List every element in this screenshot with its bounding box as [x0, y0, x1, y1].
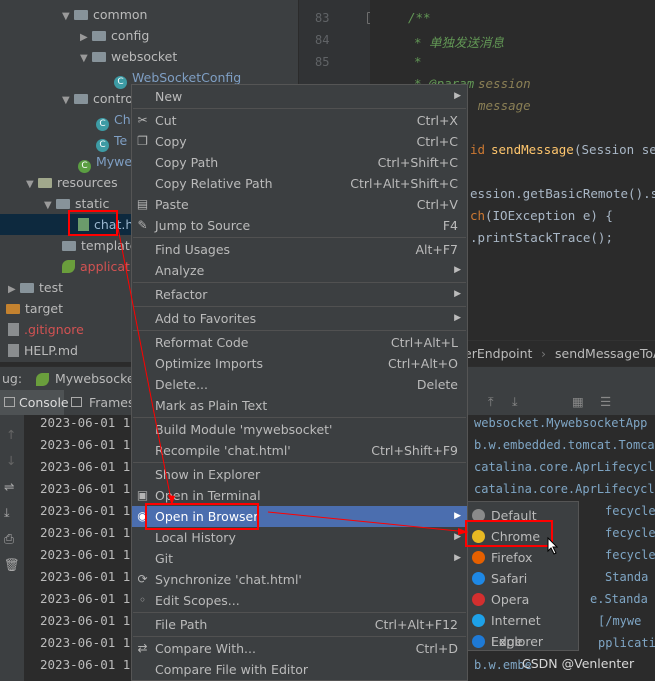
annotation-arrows [117, 227, 469, 535]
mouse-cursor-icon [547, 537, 559, 555]
highlight-box-chrome [465, 520, 553, 547]
highlight-box-open-in-browser [145, 503, 259, 530]
arrow-line [267, 511, 469, 533]
watermark: CSDN @Venlenter [522, 656, 635, 671]
arrow-line [117, 227, 173, 506]
